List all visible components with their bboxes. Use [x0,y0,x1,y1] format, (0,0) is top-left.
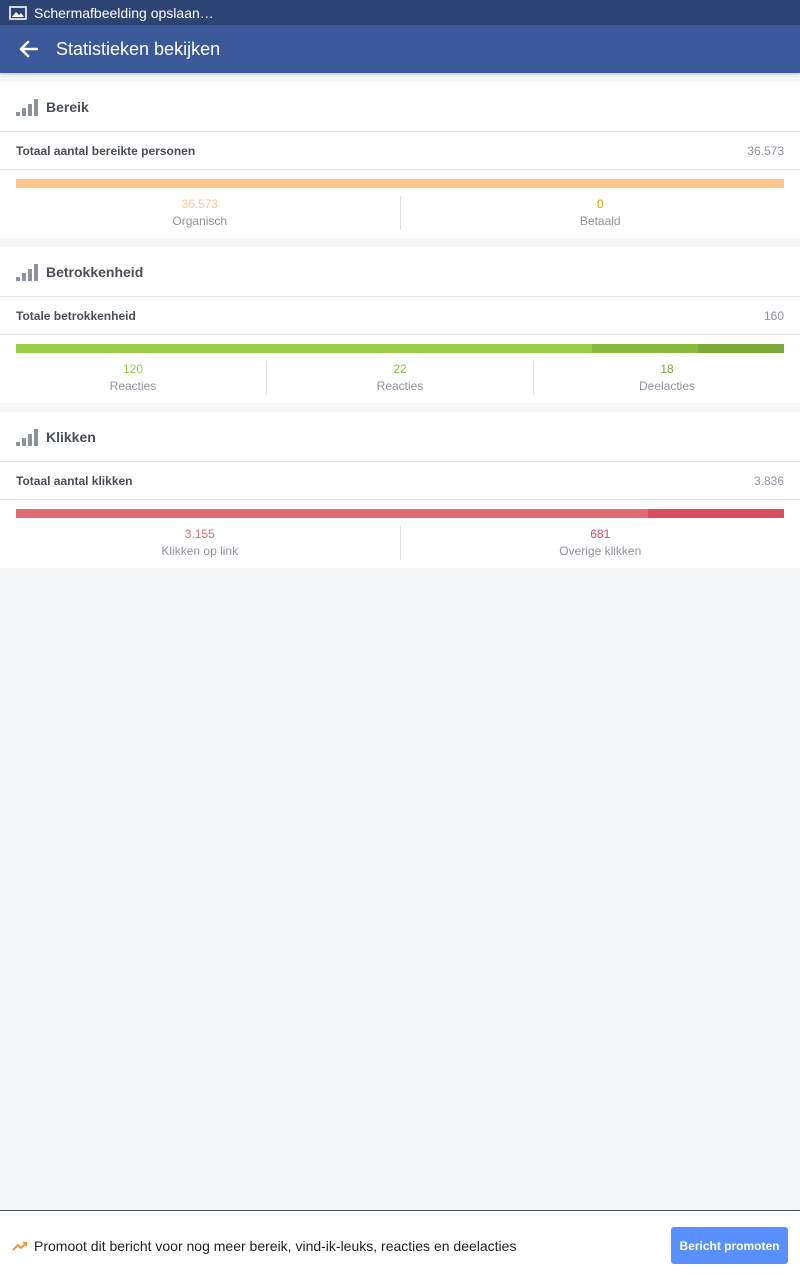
engagement-total-value: 160 [763,308,784,323]
clicks-link-cell: 3.155 Klikken op link [0,526,401,560]
promote-text: Promoot dit bericht voor nog meer bereik… [34,1237,517,1254]
engagement-total-label: Totale betrokkenheid [16,308,136,323]
arrow-left-icon [19,40,38,58]
clicks-section: Klikken Totaal aantal klikken 3.836 3.15… [0,412,800,568]
clicks-link-label: Klikken op link [161,544,239,558]
promote-button[interactable]: Bericht promoten [671,1227,788,1264]
engagement-comments-cell: 22 Reacties [267,361,534,395]
engagement-header: Betrokkenheid [0,247,800,297]
clicks-bar [16,509,784,518]
engagement-bar-segment-2 [697,344,784,353]
clicks-other-label: Overige klikken [559,544,642,558]
clicks-bar-segment-0 [16,509,648,518]
reach-header: Bereik [0,82,800,132]
engagement-comments-label: Reacties [376,379,424,393]
signal-bars-icon [16,263,38,281]
reach-paid-cell: 0 Betaald [401,196,800,230]
clicks-bar-segment-1 [647,509,784,518]
engagement-total-row: Totale betrokkenheid 160 [0,297,800,335]
signal-bars-icon [16,428,38,446]
engagement-shares-value: 18 [660,362,674,376]
engagement-reactions-label: Reacties [109,379,157,393]
reach-organic-cell: 36.573 Organisch [0,196,401,230]
engagement-comments-value: 22 [393,362,407,376]
engagement-section: Betrokkenheid Totale betrokkenheid 160 1… [0,247,800,403]
engagement-bar-segment-0 [16,344,592,353]
page-title: Statistieken bekijken [56,38,221,59]
reach-total-label: Totaal aantal bereikte personen [16,143,196,158]
reach-bar-segment-0 [16,179,784,188]
clicks-title: Klikken [46,428,96,445]
clicks-other-cell: 681 Overige klikken [401,526,800,560]
clicks-link-value: 3.155 [184,527,215,541]
reach-total-value: 36.573 [747,143,784,158]
promote-bar: Promoot dit bericht voor nog meer bereik… [0,1210,800,1280]
clicks-total-value: 3.836 [753,473,784,488]
reach-bar [16,179,784,188]
clicks-total-row: Totaal aantal klikken 3.836 [0,462,800,500]
reach-total-row: Totaal aantal bereikte personen 36.573 [0,132,800,170]
reach-title: Bereik [46,98,89,115]
reach-section: Bereik Totaal aantal bereikte personen 3… [0,82,800,238]
reach-organic-label: Organisch [172,214,228,228]
app-bar: Statistieken bekijken [0,25,800,73]
status-bar: Schermafbeelding opslaan… [0,0,800,25]
reach-paid-value: 0 [596,197,604,211]
engagement-bar-segment-1 [592,344,698,353]
back-button[interactable] [0,25,56,73]
engagement-reactions-cell: 120 Reacties [0,361,267,395]
reach-organic-value: 36.573 [181,197,219,211]
clicks-total-label: Totaal aantal klikken [16,473,133,488]
engagement-breakdown: 120 Reacties 22 Reacties 18 Deelacties [0,361,800,395]
clicks-header: Klikken [0,412,800,462]
engagement-title: Betrokkenheid [46,263,144,280]
engagement-reactions-value: 120 [122,362,144,376]
engagement-bar [16,344,784,353]
signal-bars-icon [16,98,38,116]
reach-breakdown: 36.573 Organisch 0 Betaald [0,196,800,230]
status-notification-text: Schermafbeelding opslaan… [34,4,214,21]
image-icon [9,5,27,20]
clicks-other-value: 681 [590,527,611,541]
trending-up-icon [12,1241,27,1251]
engagement-shares-cell: 18 Deelacties [534,361,800,395]
clicks-breakdown: 3.155 Klikken op link 681 Overige klikke… [0,526,800,560]
reach-paid-label: Betaald [579,214,621,228]
engagement-shares-label: Deelacties [638,379,696,393]
